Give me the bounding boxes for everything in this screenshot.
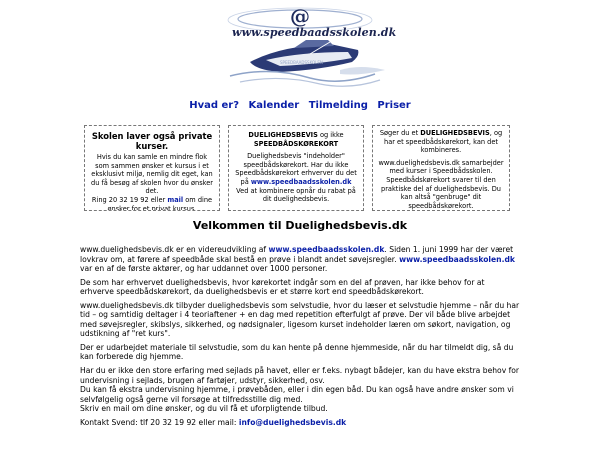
private-courses-text: Hvis du kan samle en mindre flok som sam… [91, 153, 213, 196]
intro-paragraph: www.duelighedsbevis.dk er en videreudvik… [80, 245, 520, 274]
main-nav: Hvad er? Kalender Tilmelding Priser [0, 100, 600, 111]
ekstra-line-2: Du kan få ekstra undervisning hjemme, i … [80, 385, 514, 404]
duelighedsbevis-heading-rest: og ikke [317, 131, 344, 139]
page-title: Velkommen til Duelighedsbevis.dk [192, 219, 408, 232]
duelighedsbevis-info-text: Duelighedsbevis "indeholder" speedbådskø… [233, 152, 359, 186]
ekstra-line-1: Har du er ikke den store erfaring med se… [80, 366, 520, 385]
header-banner: SPEEDBAADSSKOLEN @ www.speedbaadsskolen.… [0, 0, 600, 95]
nav-priser[interactable]: Priser [377, 100, 410, 111]
private-courses-box: Skolen laver også private kurser. Hvis d… [84, 125, 220, 211]
private-courses-contact: Ring 20 32 19 92 eller mail om dine ønsk… [89, 195, 215, 210]
duelighedsbevis-info-box: DUELIGHEDSBEVIS og ikke SPEEDBÅDSKØREKOR… [228, 125, 364, 211]
materiale-paragraph: Der er udarbejdet materiale til selvstud… [80, 342, 514, 362]
site-url-logo[interactable]: www.speedbaadsskolen.dk [232, 26, 396, 39]
contact-text: Kontakt Svend: tlf 20 32 19 92 eller mai… [80, 417, 239, 427]
nav-hvad-er[interactable]: Hvad er? [189, 100, 239, 111]
speedbaad-subheading: SPEEDBÅDSKØREKORT [253, 139, 339, 148]
intro-text-c: var en af de første aktører, og har udda… [80, 264, 328, 274]
duelighedsbevis-info-body2: Ved at kombinere opnår du rabat på dit d… [236, 186, 356, 204]
nav-kalender[interactable]: Kalender [249, 100, 300, 111]
combine-info-p1-pre: Søger du et [379, 129, 421, 137]
at-symbol: @ [290, 4, 310, 28]
private-courses-heading: Skolen laver også private kurser. [91, 131, 213, 151]
ekstra-undervisning-paragraph: Har du er ikke den store erfaring med se… [80, 366, 520, 414]
combine-info-p2: www.duelighedsbevis.dk samarbejder med k… [378, 158, 504, 210]
duelighedsbevis-heading: DUELIGHEDSBEVIS og ikke [233, 131, 359, 140]
selvstudie-paragraph: www.duelighedsbevis.dk tilbyder duelighe… [80, 300, 520, 339]
kort-paragraph: De som har erhvervet duelighedsbevis, hv… [80, 277, 485, 297]
ekstra-line-3: Skriv en mail om dine ønsker, og du vil … [80, 404, 328, 414]
nav-tilmelding[interactable]: Tilmelding [309, 100, 368, 111]
speedbaadsskolen-link[interactable]: www.speedbaadsskolen.dk [251, 178, 352, 186]
intro-text-a: www.duelighedsbevis.dk er en videreudvik… [80, 245, 269, 254]
combine-info-box: Søger du et DUELIGHEDSBEVIS, og har et s… [372, 125, 510, 211]
main-content: www.duelighedsbevis.dk er en videreudvik… [80, 245, 520, 431]
speedbaadsskolen-link-2[interactable]: www.speedbaadsskolen.dk [399, 255, 515, 264]
speedbaadsskolen-link-1[interactable]: www.speedbaadsskolen.dk [269, 245, 385, 254]
combine-info-p1: Søger du et DUELIGHEDSBEVIS, og har et s… [377, 129, 505, 155]
private-courses-mail-link[interactable]: mail [167, 196, 183, 204]
boat-hull-text: SPEEDBAADSSKOLEN [280, 60, 323, 65]
duelighedsbevis-heading-bold: DUELIGHEDSBEVIS [248, 131, 318, 139]
combine-info-p1-bold: DUELIGHEDSBEVIS [420, 129, 490, 137]
private-courses-phone: Ring 20 32 19 92 eller [91, 195, 168, 204]
contact-email-link[interactable]: info@duelighedsbevis.dk [239, 418, 346, 427]
contact-line: Kontakt Svend: tlf 20 32 19 92 eller mai… [80, 418, 520, 428]
